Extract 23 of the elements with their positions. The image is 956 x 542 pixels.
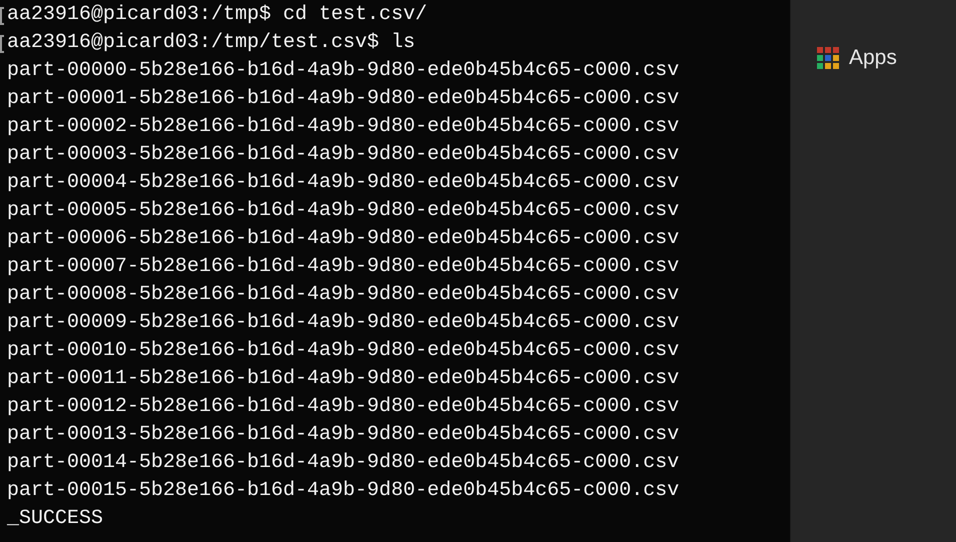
- output-line: part-00014-5b28e166-b16d-4a9b-9d80-ede0b45b4c65-c000.csv: [7, 451, 680, 474]
- output-line: part-00001-5b28e166-b16d-4a9b-9d80-ede0b45b4c65-c000.csv: [7, 87, 680, 110]
- output-line: part-00013-5b28e166-b16d-4a9b-9d80-ede0b45b4c65-c000.csv: [7, 423, 680, 446]
- output-line: part-00008-5b28e166-b16d-4a9b-9d80-ede0b45b4c65-c000.csv: [7, 283, 680, 306]
- output-line: part-00004-5b28e166-b16d-4a9b-9d80-ede0b45b4c65-c000.csv: [7, 171, 680, 194]
- output-line: part-00007-5b28e166-b16d-4a9b-9d80-ede0b45b4c65-c000.csv: [7, 255, 680, 278]
- output-line: part-00010-5b28e166-b16d-4a9b-9d80-ede0b45b4c65-c000.csv: [7, 339, 680, 362]
- output-line: part-00011-5b28e166-b16d-4a9b-9d80-ede0b45b4c65-c000.csv: [7, 367, 680, 390]
- output-line: part-00015-5b28e166-b16d-4a9b-9d80-ede0b45b4c65-c000.csv: [7, 479, 680, 502]
- output-line: part-00009-5b28e166-b16d-4a9b-9d80-ede0b45b4c65-c000.csv: [7, 311, 680, 334]
- apps-bookmark[interactable]: Apps: [817, 42, 897, 74]
- output-line: part-00000-5b28e166-b16d-4a9b-9d80-ede0b45b4c65-c000.csv: [7, 59, 680, 82]
- command-line: aa23916@picard03:/tmp$ cd test.csv/: [7, 3, 428, 26]
- output-line: part-00006-5b28e166-b16d-4a9b-9d80-ede0b45b4c65-c000.csv: [7, 227, 680, 250]
- output-line: _SUCCESS: [7, 507, 104, 530]
- output-line: part-00012-5b28e166-b16d-4a9b-9d80-ede0b45b4c65-c000.csv: [7, 395, 680, 418]
- prompt-mark-icon: [0, 35, 4, 53]
- command-line: aa23916@picard03:/tmp/test.csv$ ls: [7, 31, 416, 54]
- prompt-mark-icon: [0, 7, 4, 25]
- output-line: part-00003-5b28e166-b16d-4a9b-9d80-ede0b45b4c65-c000.csv: [7, 143, 680, 166]
- output-line: part-00005-5b28e166-b16d-4a9b-9d80-ede0b45b4c65-c000.csv: [7, 199, 680, 222]
- grid-icon: [817, 46, 839, 69]
- output-line: part-00002-5b28e166-b16d-4a9b-9d80-ede0b45b4c65-c000.csv: [7, 115, 680, 138]
